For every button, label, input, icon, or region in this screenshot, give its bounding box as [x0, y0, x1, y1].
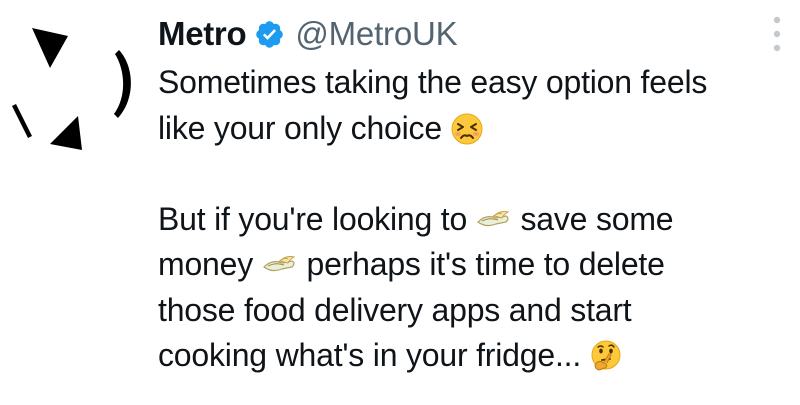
- thinking-face-emoji-icon: [590, 340, 622, 372]
- display-name[interactable]: Metro: [158, 15, 247, 53]
- verified-badge-icon: [254, 19, 285, 50]
- paragraph-break: [158, 151, 788, 197]
- tweet-line-text: save some: [520, 200, 674, 237]
- tweet-header: Metro @MetroUK: [158, 10, 458, 58]
- tweet-line-text: perhaps it's time to delete: [306, 246, 665, 282]
- tweet-line-text: But if you're looking to: [158, 200, 468, 237]
- vertical-ellipsis-icon[interactable]: [768, 12, 786, 56]
- tweet-line: Sometimes taking the easy option feels: [158, 60, 788, 106]
- tweet-line-text: money: [158, 246, 254, 282]
- author-handle[interactable]: @MetroUK: [295, 15, 457, 53]
- persevering-face-emoji-icon: [451, 113, 483, 145]
- tweet-line-text: Sometimes taking the easy option feels: [158, 64, 708, 100]
- tweet-line-text: cooking what's in your fridge...: [158, 337, 582, 373]
- tweet-text: Sometimes taking the easy option feels l…: [158, 60, 788, 379]
- tweet-line: money perhaps it's time to delete: [158, 242, 788, 288]
- tweet-line: those food delivery apps and start: [158, 288, 788, 334]
- avatar[interactable]: [6, 20, 138, 152]
- tweet[interactable]: Metro @MetroUK Sometimes taking the easy…: [0, 0, 800, 405]
- tweet-line-text: those food delivery apps and start: [158, 291, 632, 328]
- metro-logo-icon: [12, 28, 131, 150]
- tweet-line-text: like your only choice: [158, 109, 442, 146]
- tweet-line: cooking what's in your fridge...: [158, 333, 788, 379]
- money-with-wings-emoji-icon: [476, 208, 512, 232]
- money-with-wings-emoji-icon: [262, 253, 298, 277]
- tweet-line: But if you're looking to save some: [158, 197, 788, 243]
- tweet-line: like your only choice: [158, 106, 788, 152]
